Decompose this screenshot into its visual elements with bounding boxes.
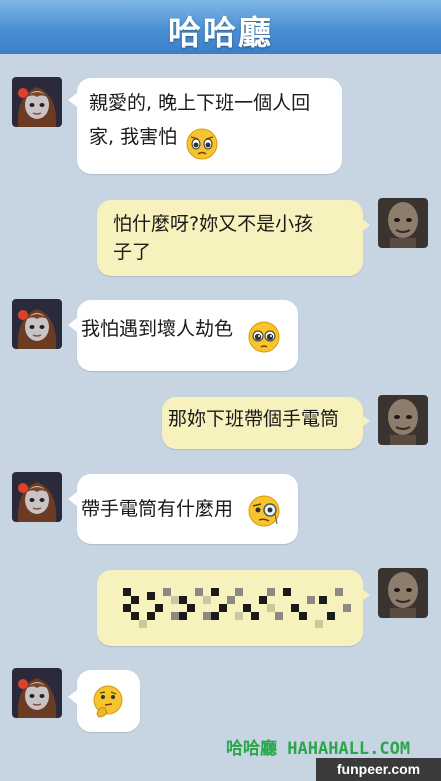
message-bubble-incoming[interactable]: 親愛的, 晚上下班一個人回 家, 我害怕 <box>77 78 342 174</box>
watermark: 哈哈廳 HAHAHALL.COM <box>226 734 410 759</box>
message-bubble-incoming[interactable]: 帶手電筒有什麼用 <box>77 474 298 544</box>
worried-face-icon <box>186 128 218 160</box>
watermark-cn: 哈哈廳 <box>226 739 277 759</box>
message-text: 那妳下班帶個手電筒 <box>168 408 340 430</box>
message-bubble-incoming[interactable]: 我怕遇到壞人劫色 <box>77 300 298 371</box>
girl-avatar[interactable] <box>12 668 62 718</box>
watermark-en: HAHAHALL.COM <box>287 739 411 759</box>
message-bubble-outgoing[interactable] <box>97 570 363 646</box>
girl-avatar[interactable] <box>12 77 62 127</box>
bubble-tail <box>68 690 77 704</box>
message-bubble-outgoing[interactable]: 怕什麼呀?妳又不是小孩 子了 <box>97 200 363 276</box>
girl-avatar[interactable] <box>12 472 62 522</box>
title-bar: 哈哈廳 <box>0 0 441 55</box>
monster-avatar[interactable] <box>378 568 428 618</box>
monster-avatar[interactable] <box>378 395 428 445</box>
source-label: funpeer.com <box>316 758 441 781</box>
app-title: 哈哈廳 <box>168 13 273 52</box>
pleading-face-icon <box>248 321 280 353</box>
girl-avatar[interactable] <box>12 299 62 349</box>
thinking-face-icon <box>93 685 123 718</box>
message-text: 帶手電筒有什麼用 <box>81 498 234 520</box>
bubble-tail <box>68 492 77 506</box>
bubble-tail <box>68 318 77 332</box>
message-bubble-incoming[interactable] <box>77 670 140 732</box>
censored-text-icon <box>123 588 351 628</box>
monster-avatar[interactable] <box>378 198 428 248</box>
message-text: 我怕遇到壞人劫色 <box>81 318 234 340</box>
bubble-tail <box>68 93 77 107</box>
monocle-face-icon <box>248 495 280 527</box>
message-bubble-outgoing[interactable]: 那妳下班帶個手電筒 <box>162 397 363 449</box>
message-text: 怕什麼呀?妳又不是小孩 子了 <box>113 213 314 263</box>
